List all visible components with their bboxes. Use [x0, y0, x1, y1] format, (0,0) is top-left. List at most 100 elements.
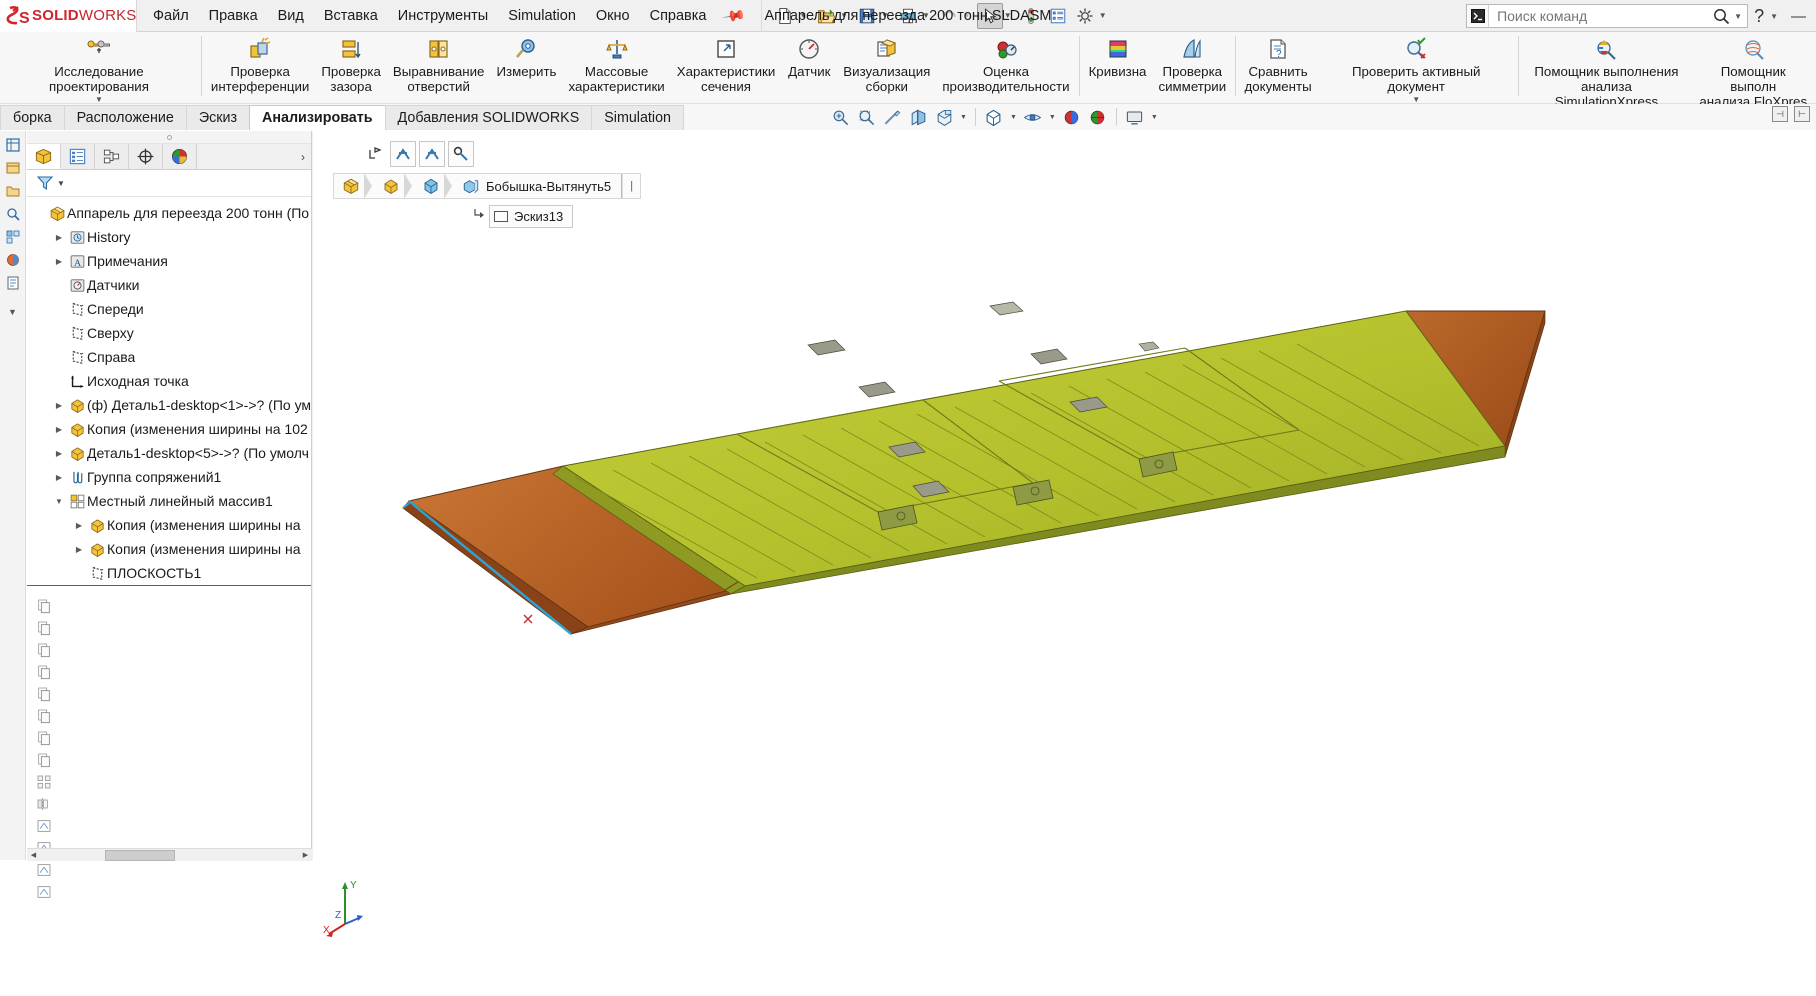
tree-twisty-collapsed-icon[interactable]: ▶ — [51, 257, 67, 266]
tree-node-part5[interactable]: ▶ Деталь1-desktop<5>->? (По умолч — [27, 441, 311, 465]
tree-node-origin[interactable]: ▶Исходная точка — [27, 369, 311, 393]
copy-tool-icon[interactable] — [34, 705, 54, 726]
section-view-icon[interactable] — [906, 106, 930, 128]
rail-chevron-down-icon[interactable]: ▼ — [3, 302, 23, 322]
restore-panel-left-icon[interactable]: ⊣ — [1772, 106, 1788, 122]
copy-tool-icon[interactable] — [34, 595, 54, 616]
model-viewport[interactable] — [313, 131, 1816, 996]
hole-alignment-button[interactable]: Выравнивание отверстий — [387, 32, 491, 94]
tab-evaluate[interactable]: Анализировать — [249, 105, 386, 130]
previous-view-icon[interactable] — [880, 106, 904, 128]
measure-button[interactable]: Измерить — [490, 32, 562, 79]
new-document-icon[interactable] — [772, 3, 798, 29]
copy-tool-icon[interactable] — [34, 683, 54, 704]
design-study-button[interactable]: Исследование проектирования ▼ — [0, 32, 198, 104]
scrollbar-thumb[interactable] — [105, 849, 175, 861]
file-properties-icon[interactable] — [1045, 3, 1071, 29]
tree-node-annotations[interactable]: ▶ A Примечания — [27, 249, 311, 273]
menu-simulation[interactable]: Simulation — [498, 4, 586, 28]
tree-twisty-collapsed-icon[interactable]: ▶ — [51, 401, 67, 410]
zoom-to-area-icon[interactable] — [854, 106, 878, 128]
tree-node-top-plane[interactable]: ▶Сверху — [27, 321, 311, 345]
filter-chevron-down-icon[interactable]: ▼ — [57, 179, 65, 188]
assembly-visualization-button[interactable]: Визуализация сборки — [837, 32, 936, 94]
panel-grip[interactable] — [27, 131, 311, 144]
hide-show-items-icon[interactable] — [1021, 106, 1045, 128]
menu-file[interactable]: Файл — [143, 4, 199, 28]
mirror-tool-icon[interactable] — [34, 793, 54, 814]
floxpress-button[interactable]: Помощник выполн анализа FloXpres — [1691, 32, 1816, 109]
view-settings-chevron-down-icon[interactable]: ▼ — [1149, 114, 1160, 121]
tree-twisty-collapsed-icon[interactable]: ▶ — [51, 449, 67, 458]
view-orientation-chevron-down-icon[interactable]: ▼ — [958, 114, 969, 121]
select-cursor-chevron-down-icon[interactable]: ▼ — [1004, 11, 1012, 20]
tree-node-mategroup1[interactable]: ▶ Группа сопряжений1 — [27, 465, 311, 489]
pin-icon[interactable]: 📌 — [721, 3, 747, 29]
scene-icon[interactable] — [1086, 106, 1110, 128]
rail-search-icon[interactable] — [3, 204, 23, 224]
zoom-to-fit-icon[interactable] — [828, 106, 852, 128]
rollback-bar[interactable] — [27, 585, 311, 586]
undo-icon[interactable] — [936, 3, 962, 29]
tree-twisty-collapsed-icon[interactable]: ▶ — [51, 233, 67, 242]
tree-node-assembly-root[interactable]: ▶Аппарель для переезда 200 тонн (По — [27, 201, 311, 225]
compare-documents-button[interactable]: ? Сравнить документы — [1239, 32, 1317, 94]
options-gear-chevron-down-icon[interactable]: ▼ — [1099, 11, 1107, 20]
clearance-verification-button[interactable]: Проверка зазора — [315, 32, 387, 94]
select-cursor-icon[interactable] — [976, 2, 1003, 29]
minimize-ribbon-button[interactable]: — — [1785, 8, 1812, 25]
save-chevron-down-icon[interactable]: ▼ — [881, 11, 889, 20]
display-manager-tab[interactable] — [163, 144, 197, 169]
view-orientation-icon[interactable] — [932, 106, 956, 128]
performance-evaluation-button[interactable]: Оценка производительности — [936, 32, 1075, 94]
search-input[interactable] — [1489, 8, 1709, 24]
tree-node-history[interactable]: ▶ History — [27, 225, 311, 249]
menu-tools[interactable]: Инструменты — [388, 4, 498, 28]
copy-tool-icon[interactable] — [34, 617, 54, 638]
rail-view-palette2-icon[interactable] — [3, 227, 23, 247]
rail-appearances-icon[interactable] — [3, 250, 23, 270]
menu-view[interactable]: Вид — [268, 4, 314, 28]
save-icon[interactable] — [854, 3, 880, 29]
help-chevron-down-icon[interactable]: ▼ — [1770, 12, 1778, 21]
view-settings-icon[interactable] — [1123, 106, 1147, 128]
tab-assembly[interactable]: борка — [0, 105, 65, 130]
display-style-icon[interactable] — [982, 106, 1006, 128]
interference-detection-button[interactable]: Проверка интерференции — [205, 32, 315, 94]
tab-solidworks-addins[interactable]: Добавления SOLIDWORKS — [384, 105, 593, 130]
check-active-document-button[interactable]: Проверить активный документ ▼ — [1317, 32, 1515, 104]
tree-node-part1[interactable]: ▶ (ф) Деталь1-desktop<1>->? (По ум — [27, 393, 311, 417]
section-properties-button[interactable]: Характеристики сечения — [671, 32, 782, 94]
rail-design-library-icon[interactable] — [3, 158, 23, 178]
help-button[interactable]: ? — [1750, 6, 1768, 27]
tree-node-copy-b[interactable]: ▶ Копия (изменения ширины на — [27, 537, 311, 561]
search-icon[interactable] — [1708, 8, 1734, 25]
restore-panel-right-icon[interactable]: ⊢ — [1794, 106, 1810, 122]
copy-tool-icon[interactable] — [34, 727, 54, 748]
tree-node-plane1[interactable]: ▶ПЛОСКОСТЬ1 — [27, 561, 311, 585]
tree-node-linear-pattern1[interactable]: ▼ Местный линейный массив1 — [27, 489, 311, 513]
tree-node-copy1[interactable]: ▶ Копия (изменения ширины на 102 — [27, 417, 311, 441]
command-search-box[interactable]: ▼ — [1466, 4, 1749, 28]
copy-tool-icon[interactable] — [34, 639, 54, 660]
menu-help[interactable]: Справка — [640, 4, 717, 28]
simulationxpress-button[interactable]: Помощник выполнения анализа SimulationXp… — [1522, 32, 1690, 109]
mass-properties-button[interactable]: Массовые характеристики — [562, 32, 670, 94]
hide-show-items-chevron-down-icon[interactable]: ▼ — [1047, 114, 1058, 121]
menu-window[interactable]: Окно — [586, 4, 640, 28]
tree-horizontal-scrollbar[interactable]: ◀ ▶ — [27, 848, 312, 861]
tree-twisty-collapsed-icon[interactable]: ▶ — [71, 521, 87, 530]
tree-node-sensors[interactable]: ▶Датчики — [27, 273, 311, 297]
rebuild-icon[interactable] — [1018, 3, 1044, 29]
rail-custom-properties-icon[interactable] — [3, 273, 23, 293]
tab-simulation[interactable]: Simulation — [591, 105, 684, 130]
appearances-icon[interactable] — [1060, 106, 1084, 128]
tree-expand-chevron-right-icon[interactable]: › — [295, 144, 311, 169]
sensor-button[interactable]: Датчик — [781, 32, 837, 79]
search-chevron-down-icon[interactable]: ▼ — [1734, 12, 1742, 21]
tree-twisty-collapsed-icon[interactable]: ▶ — [51, 473, 67, 482]
tree-node-front-plane[interactable]: ▶Спереди — [27, 297, 311, 321]
sketch-tool-icon[interactable] — [34, 859, 54, 880]
menu-edit[interactable]: Правка — [199, 4, 268, 28]
dimxpert-manager-tab[interactable] — [129, 144, 163, 169]
